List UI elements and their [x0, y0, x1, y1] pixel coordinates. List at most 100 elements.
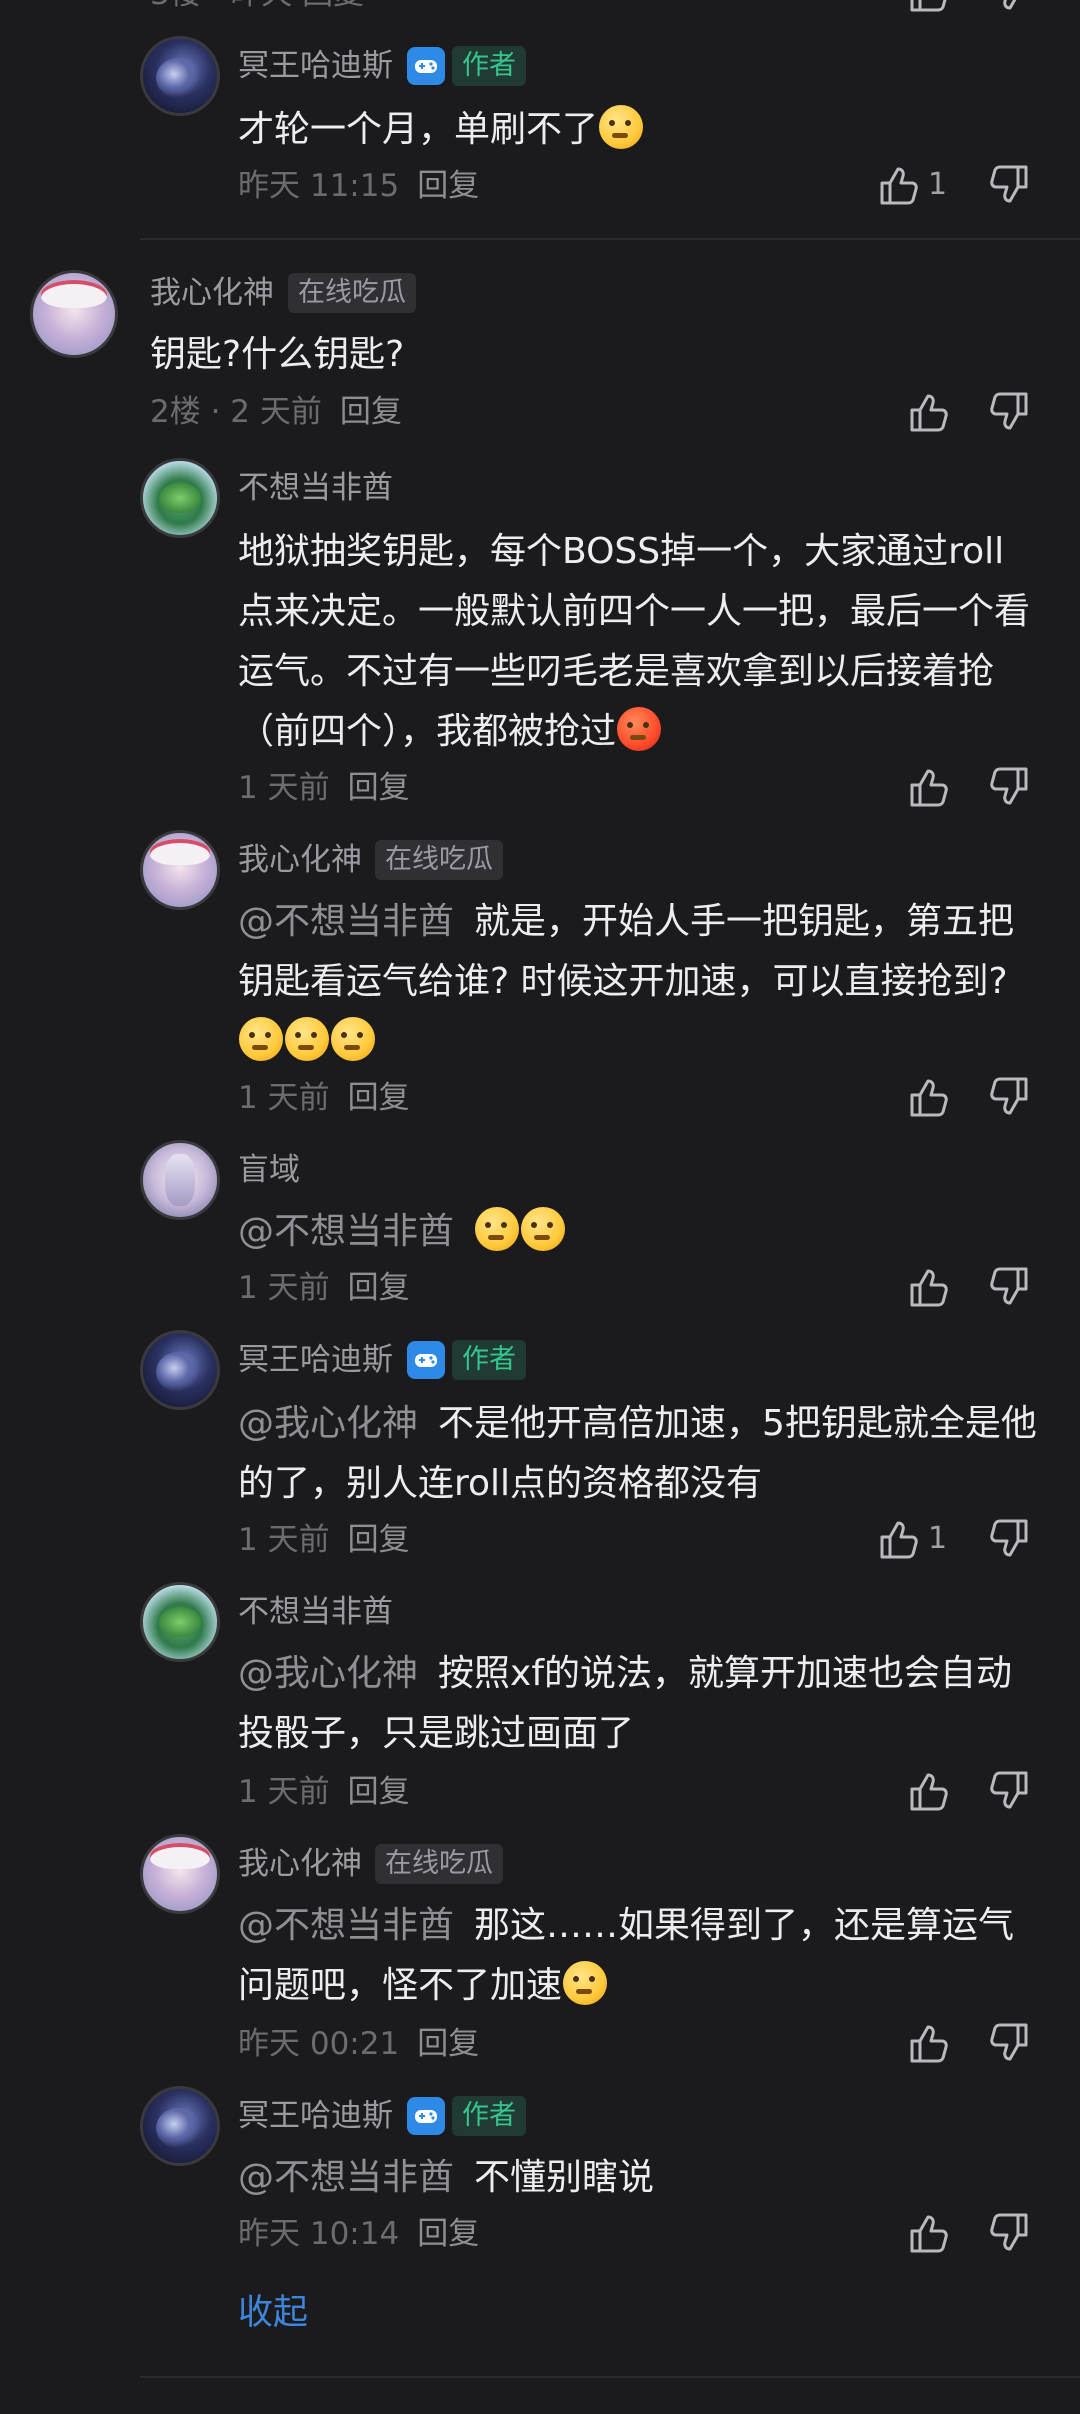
- username[interactable]: 盲域: [238, 1150, 300, 1190]
- author-tag: 作者: [452, 46, 526, 86]
- avatar[interactable]: [140, 458, 220, 538]
- avatar[interactable]: [140, 1330, 220, 1410]
- gamepad-icon: [407, 47, 445, 85]
- username[interactable]: 我心化神: [150, 273, 274, 313]
- reply-button[interactable]: 回复: [417, 2026, 479, 2062]
- gamepad-icon: [407, 1341, 445, 1379]
- comment-text: @不想当非酋 不懂别瞎说: [238, 2148, 1038, 2208]
- thumbs-up-icon[interactable]: [906, 0, 950, 14]
- thumbs-up-icon[interactable]: [906, 765, 950, 809]
- thumbs-up-icon[interactable]: [906, 1769, 950, 1813]
- reply-button[interactable]: 回复: [348, 1522, 410, 1558]
- timestamp: 昨天 10:14: [238, 2216, 400, 2252]
- thumbs-down-icon[interactable]: [988, 2211, 1032, 2255]
- thumbs-up-icon[interactable]: [876, 163, 920, 207]
- think-emoji-icon: [331, 1017, 375, 1061]
- comment-text: @不想当非酋 那这……如果得到了，还是算运气问题吧，怪不了加速: [238, 1896, 1038, 2016]
- thumbs-down-icon[interactable]: [988, 390, 1032, 434]
- status-tag: 在线吃瓜: [375, 840, 503, 880]
- thumbs-down-icon[interactable]: [988, 163, 1032, 207]
- author-tag: 作者: [452, 1340, 526, 1380]
- thumbs-up-icon[interactable]: [906, 1075, 950, 1119]
- think-emoji-icon: [285, 1017, 329, 1061]
- username[interactable]: 我心化神: [238, 840, 362, 880]
- reply-button[interactable]: 回复: [340, 394, 402, 430]
- reply-button[interactable]: 回复: [417, 168, 479, 204]
- mention-link[interactable]: @不想当非酋: [238, 901, 454, 942]
- username[interactable]: 冥王哈迪斯: [238, 2096, 393, 2136]
- comment-meta: 昨天 00:21 回复: [238, 2024, 479, 2064]
- thumbs-down-icon[interactable]: [988, 1517, 1032, 1561]
- divider: [140, 238, 1080, 240]
- like-count: 1: [928, 167, 948, 202]
- comment-text: @不想当非酋: [238, 1202, 1038, 1262]
- username[interactable]: 冥王哈迪斯: [238, 46, 393, 86]
- thumbs-up-icon[interactable]: [876, 1517, 920, 1561]
- comment-body: 才轮一个月，单刷不了: [238, 109, 599, 150]
- mention-link[interactable]: @我心化神: [238, 1653, 418, 1694]
- comment-meta: 1 天前 回复: [238, 1078, 410, 1118]
- reply-button[interactable]: 回复: [348, 770, 410, 806]
- thumbs-up-icon[interactable]: [906, 1265, 950, 1309]
- avatar[interactable]: [140, 1834, 220, 1914]
- thumbs-down-icon[interactable]: [988, 765, 1032, 809]
- avatar[interactable]: [140, 2086, 220, 2166]
- thumbs-up-icon[interactable]: [906, 390, 950, 434]
- timestamp: 1 天前: [238, 770, 330, 806]
- reply-button[interactable]: 回复: [348, 1774, 410, 1810]
- collapse-button[interactable]: 收起: [238, 2290, 308, 2336]
- username[interactable]: 我心化神: [238, 1844, 362, 1884]
- comment-text: 地狱抽奖钥匙，每个BOSS掉一个，大家通过roll点来决定。一般默认前四个一人一…: [238, 522, 1038, 762]
- neutral-emoji-icon: [599, 105, 644, 149]
- timestamp: 昨天 11:15: [238, 168, 400, 204]
- timestamp: 1 天前: [238, 1522, 330, 1558]
- blush-emoji-icon: [475, 1207, 520, 1251]
- reply-button[interactable]: 回复: [417, 2216, 479, 2252]
- username[interactable]: 冥王哈迪斯: [238, 1340, 393, 1380]
- avatar[interactable]: [140, 36, 220, 116]
- think-emoji-icon: [563, 1961, 608, 2005]
- timestamp: 1 天前: [238, 1774, 330, 1810]
- comment-text: @我心化神 不是他开高倍加速，5把钥匙就全是他的了，别人连roll点的资格都没有: [238, 1394, 1038, 1514]
- avatar[interactable]: [30, 270, 118, 358]
- author-tag: 作者: [452, 2096, 526, 2136]
- reply-button[interactable]: 回复: [348, 1080, 410, 1116]
- status-tag: 在线吃瓜: [375, 1844, 503, 1884]
- comment-text: 钥匙?什么钥匙?: [150, 334, 405, 375]
- thumbs-down-icon[interactable]: [988, 2021, 1032, 2065]
- username[interactable]: 不想当非酋: [238, 1592, 393, 1632]
- like-count: 1: [928, 1521, 948, 1556]
- angry-emoji-icon: [617, 707, 662, 751]
- avatar[interactable]: [140, 1140, 220, 1220]
- mention-link[interactable]: @不想当非酋: [238, 2157, 454, 2198]
- comment-meta: 1 天前 回复: [238, 768, 410, 808]
- thumbs-down-icon[interactable]: [988, 0, 1032, 14]
- avatar[interactable]: [140, 830, 220, 910]
- comment-text: @我心化神 按照xf的说法，就算开加速也会自动投骰子，只是跳过画面了: [238, 1644, 1038, 1764]
- reply-button[interactable]: 回复: [348, 1270, 410, 1306]
- thumbs-down-icon[interactable]: [988, 1265, 1032, 1309]
- comment-body: 不懂别瞎说: [474, 2157, 655, 2198]
- comment-text: 才轮一个月，单刷不了: [238, 100, 1038, 160]
- timestamp: 1 天前: [238, 1270, 330, 1306]
- comment-meta: 1 天前 回复: [238, 1772, 410, 1812]
- avatar[interactable]: [140, 1582, 220, 1662]
- comment-meta: 1 天前 回复: [238, 1520, 410, 1560]
- comment-text: @不想当非酋 就是，开始人手一把钥匙，第五把钥匙看运气给谁? 时候这开加速，可以直…: [238, 892, 1038, 1072]
- mention-link[interactable]: @不想当非酋: [238, 1905, 454, 1946]
- comment-meta: 1 天前 回复: [238, 1268, 410, 1308]
- timestamp: 昨天 00:21: [238, 2026, 400, 2062]
- comment-meta: 昨天 10:14 回复: [238, 2214, 479, 2254]
- mention-link[interactable]: @我心化神: [238, 1403, 418, 1444]
- status-tag: 在线吃瓜: [288, 273, 416, 313]
- username[interactable]: 不想当非酋: [238, 468, 393, 508]
- thumbs-up-icon[interactable]: [906, 2021, 950, 2065]
- thumbs-down-icon[interactable]: [988, 1075, 1032, 1119]
- mention-link[interactable]: @不想当非酋: [238, 1211, 454, 1252]
- timestamp: 2楼 · 2 天前: [150, 394, 322, 430]
- thumbs-down-icon[interactable]: [988, 1769, 1032, 1813]
- blush-emoji-icon: [521, 1207, 566, 1251]
- comment-meta: 昨天 11:15 回复: [238, 166, 479, 206]
- partial-meta: 3楼 · 昨天 回复: [150, 0, 364, 14]
- thumbs-up-icon[interactable]: [906, 2211, 950, 2255]
